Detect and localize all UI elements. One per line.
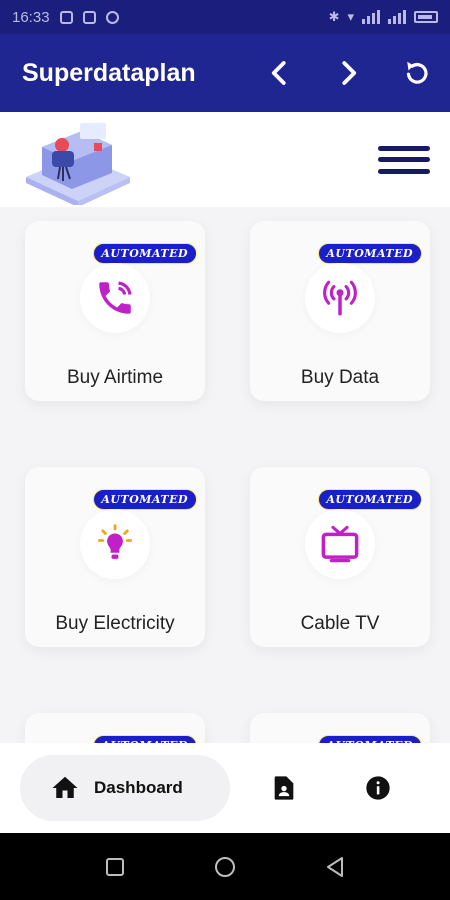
refresh-icon [406,61,428,84]
nav-dashboard-label: Dashboard [94,778,183,797]
system-navigation-bar [0,833,450,900]
info-icon [366,776,390,800]
home-icon [52,776,78,798]
chevron-left-icon [271,61,286,85]
nav-info-button[interactable] [348,758,408,818]
nav-dashboard-button[interactable]: Dashboard [20,755,230,821]
service-card-6[interactable]: AUTOMATED [250,713,430,743]
service-card-5[interactable]: AUTOMATED [25,713,205,743]
chevron-right-icon [342,61,357,85]
app-title: Superdataplan [22,58,196,87]
wifi-icon: ▾ [347,9,354,24]
service-card-data[interactable]: AUTOMATED Buy Data [250,221,430,401]
circle-icon [215,856,235,877]
battery-icon [414,11,438,23]
icon-circle [305,509,375,579]
signal-icon-2 [388,10,406,24]
tv-icon [321,525,359,563]
automated-badge: AUTOMATED [93,489,197,510]
refresh-button[interactable] [388,45,444,101]
services-grid: AUTOMATED Buy Airtime AUTOMATED Buy Data… [0,207,450,743]
service-card-cable-tv[interactable]: AUTOMATED Cable TV [250,467,430,647]
antenna-signal-icon [323,280,357,316]
office-desk-logo[interactable] [20,115,136,205]
forward-button[interactable] [320,45,376,101]
back-system-button[interactable] [320,852,350,882]
service-card-electricity[interactable]: AUTOMATED Buy Electricity [25,467,205,647]
page-header [0,112,450,207]
triangle-back-icon [327,856,343,877]
app-bar: Superdataplan [0,34,450,112]
service-label: Buy Airtime [66,367,164,388]
signal-icon [362,10,380,24]
recent-apps-button[interactable] [100,852,130,882]
status-bar: 16:33 ✱ ▾ [0,0,450,34]
icon-circle [305,263,375,333]
light-bulb-icon [97,524,133,559]
menu-line [378,168,430,174]
nav-profile-button[interactable] [254,758,314,818]
icon-circle [80,509,150,579]
whatsapp-icon [105,10,119,24]
bluetooth-icon: ✱ [328,9,340,24]
bottom-navigation: Dashboard [0,743,450,833]
phone-ringing-icon [99,281,132,314]
service-label: Cable TV [300,613,380,634]
hamburger-menu-icon[interactable] [378,140,430,180]
automated-badge: AUTOMATED [318,243,422,264]
notification-icon [59,10,73,24]
service-label: Buy Electricity [55,613,175,634]
status-time: 16:33 [12,8,50,26]
sim-icon [82,10,96,24]
automated-badge: AUTOMATED [318,489,422,510]
icon-circle [80,263,150,333]
service-card-airtime[interactable]: AUTOMATED Buy Airtime [25,221,205,401]
automated-badge: AUTOMATED [93,735,197,743]
automated-badge: AUTOMATED [318,735,422,743]
contact-file-icon [274,776,294,800]
square-icon [106,857,124,876]
back-button[interactable] [252,45,308,101]
home-button[interactable] [210,852,240,882]
menu-line [378,157,430,162]
service-label: Buy Data [300,367,380,388]
automated-badge: AUTOMATED [93,243,197,264]
menu-line [378,145,430,151]
